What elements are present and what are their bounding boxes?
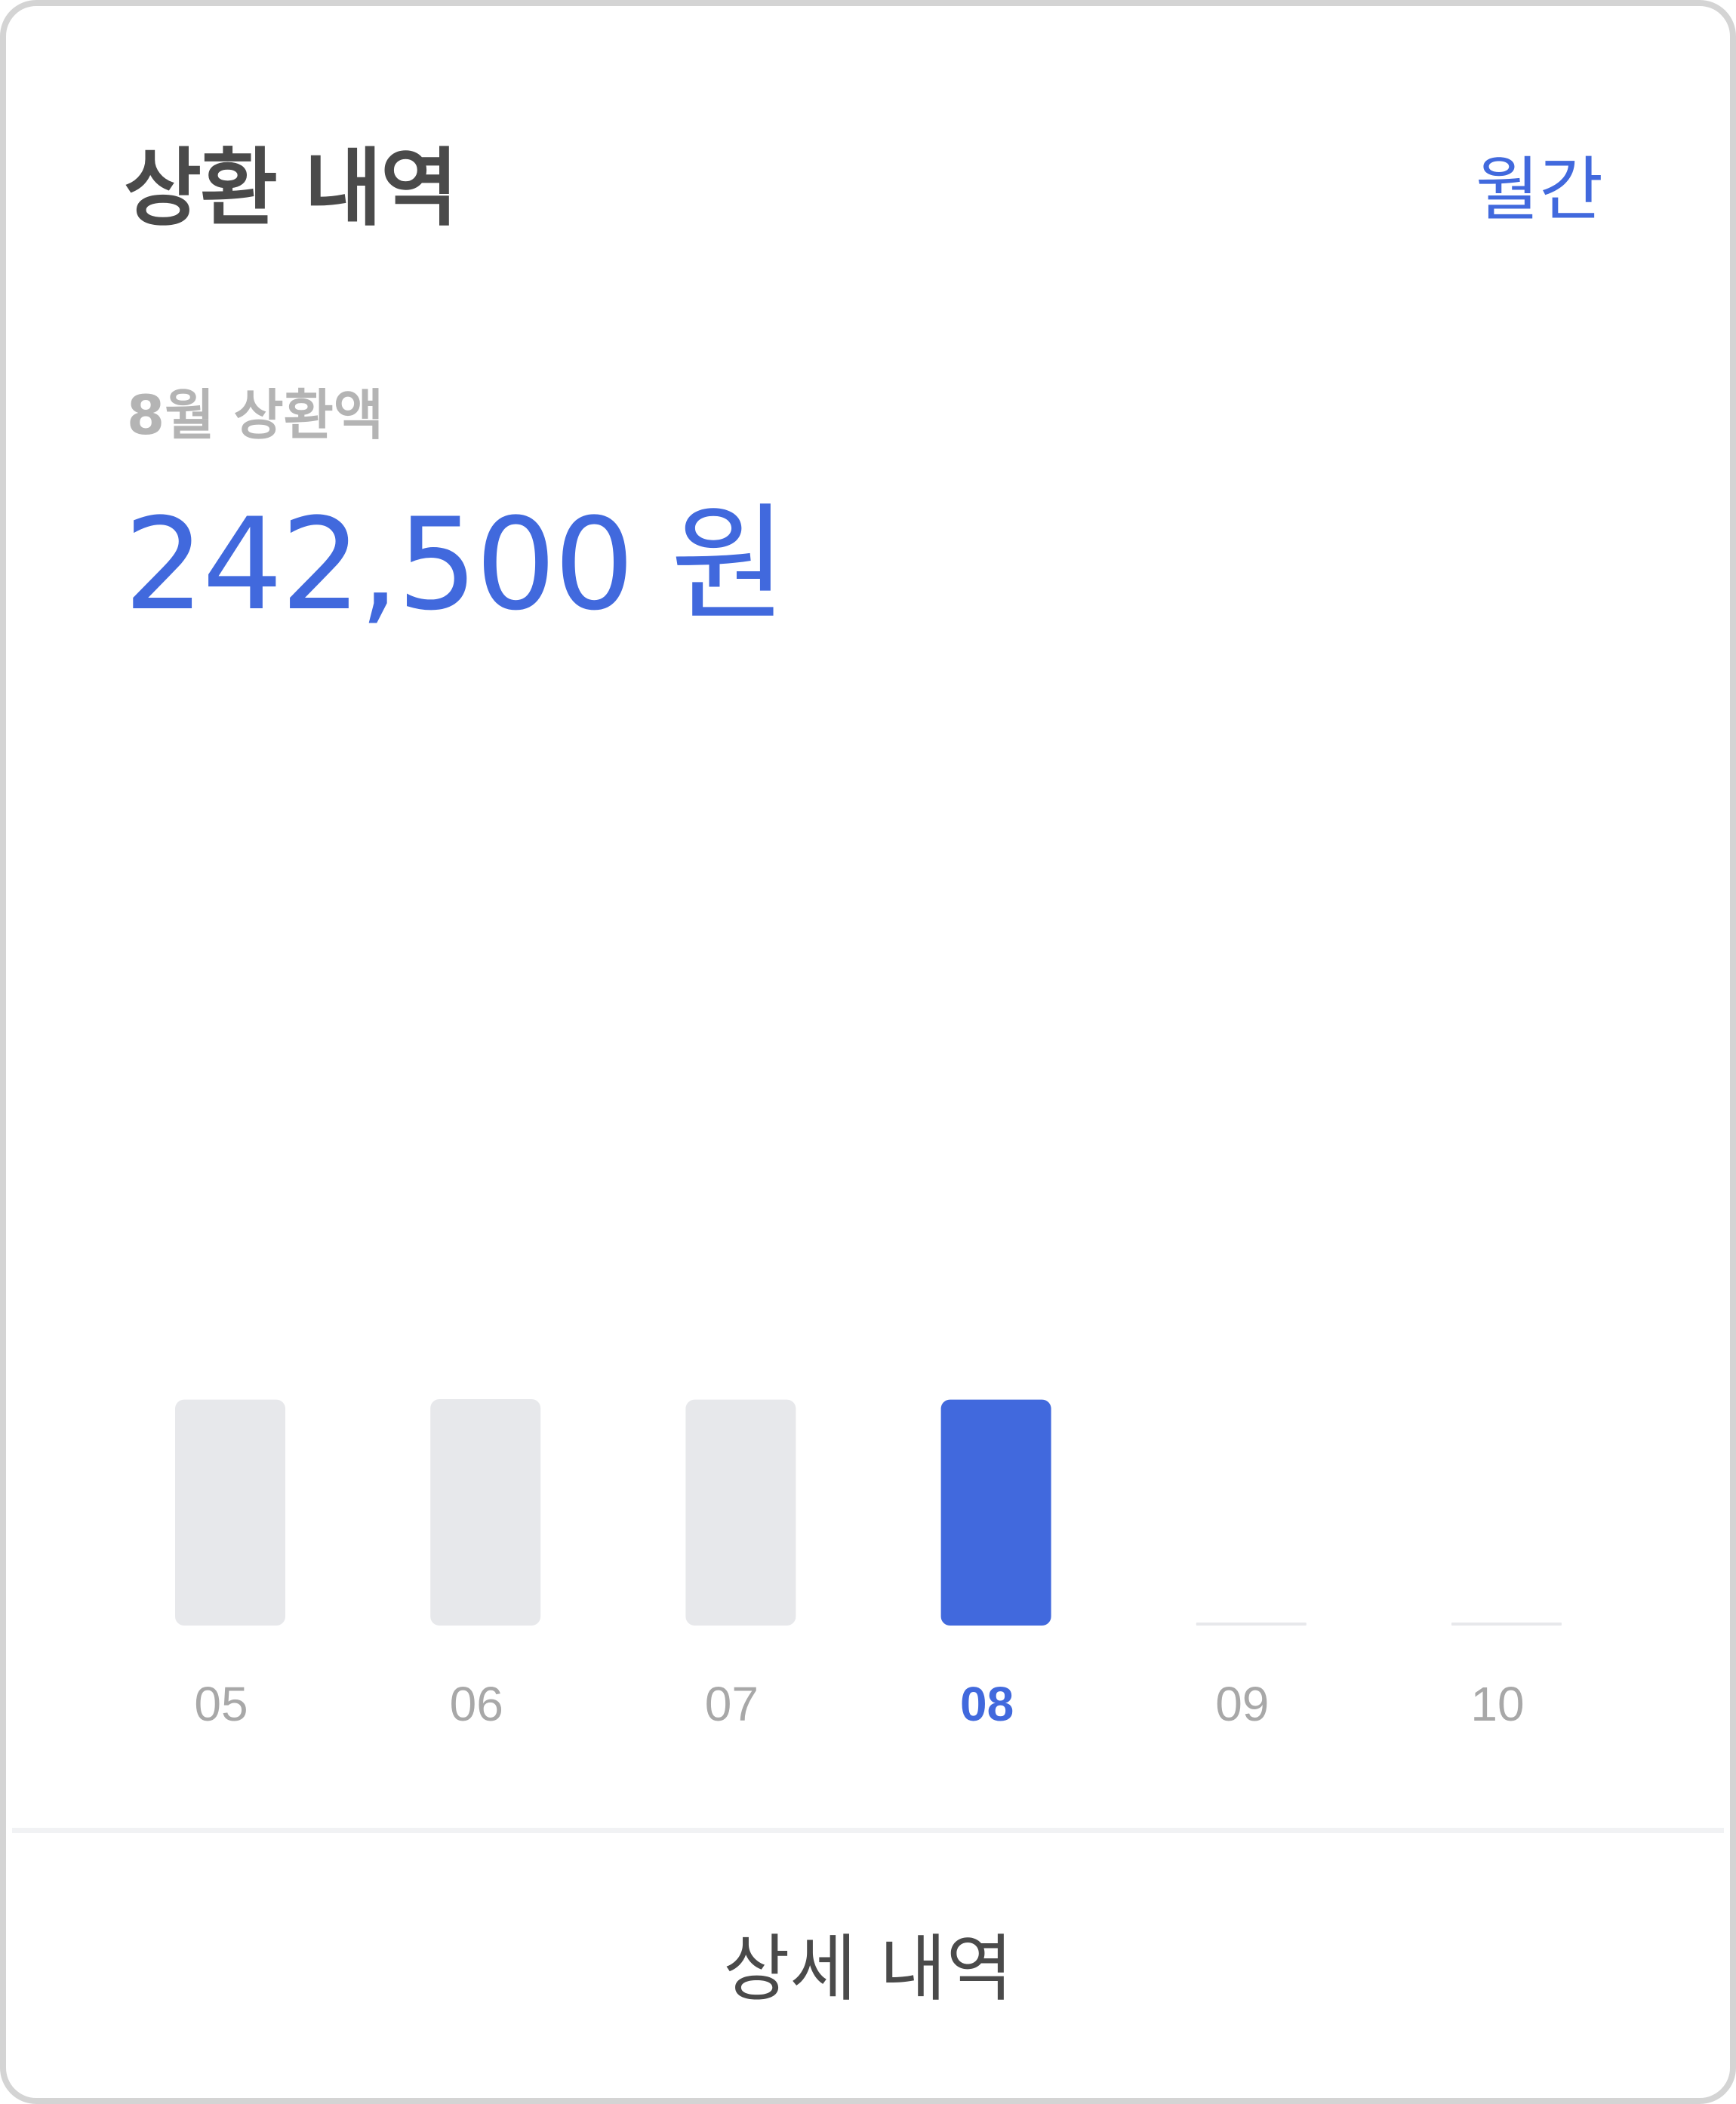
repayment-amount: 242,500 원 [124, 491, 787, 638]
tick-label-09: 09 [1215, 1677, 1269, 1731]
tick-label-08: 08 [960, 1677, 1014, 1731]
bar-09[interactable] [1196, 1623, 1307, 1626]
repayment-month-label: 8월 상환액 [127, 383, 384, 447]
card-header: 상환 내역 월간 [124, 136, 1603, 241]
bar-10[interactable] [1451, 1623, 1562, 1626]
bar-07[interactable] [685, 1399, 796, 1626]
bar-05[interactable] [175, 1399, 285, 1626]
tick-label-06: 06 [450, 1677, 503, 1731]
card-title: 상환 내역 [124, 140, 458, 238]
tick-label-05: 05 [194, 1677, 248, 1731]
detail-history-button[interactable]: 상세 내역 [12, 1833, 1724, 2092]
repayment-history-card: 상환 내역 월간 8월 상환액 242,500 원 05 06 07 08 09 10 상… [0, 0, 1736, 2104]
bar-06[interactable] [430, 1399, 541, 1626]
tick-label-10: 10 [1470, 1677, 1524, 1731]
period-toggle-button[interactable]: 월간 [1476, 145, 1603, 235]
divider [12, 1828, 1724, 1833]
bar-08[interactable] [940, 1399, 1051, 1626]
tick-label-07: 07 [705, 1677, 759, 1731]
monthly-bar-chart: 05 06 07 08 09 10 [175, 1399, 1562, 1731]
detail-history-label: 상세 내역 [723, 1927, 1013, 2011]
